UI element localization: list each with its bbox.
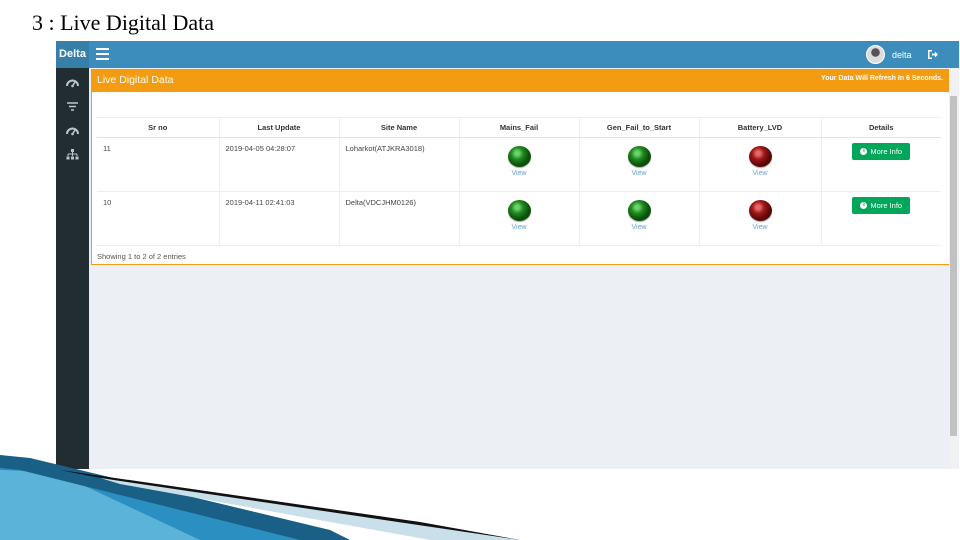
more-info-button[interactable]: i More Info [852, 143, 911, 160]
box-header: Live Digital Data Your Data Will Refresh… [92, 69, 949, 92]
status-light-green-icon [507, 200, 531, 221]
live-data-box: Live Digital Data Your Data Will Refresh… [91, 69, 950, 265]
info-icon: i [860, 148, 868, 155]
column-header-gen-fail[interactable]: Gen_Fail_to_Start [579, 117, 700, 138]
user-name: delta [892, 49, 912, 60]
slide-title: 3 : Live Digital Data [32, 10, 215, 35]
box-title: Live Digital Data [97, 74, 174, 86]
cell-site-name: Loharkot(ATJKRA3018) [339, 137, 460, 192]
table-header-row: Sr no Last Update Site Name Mains_Fail G… [97, 117, 941, 138]
live-data-table: Sr no Last Update Site Name Mains_Fail G… [97, 117, 941, 246]
avatar [866, 45, 885, 64]
battery-lvd-view-link[interactable]: View [706, 170, 815, 177]
refresh-countdown: Your Data Will Refresh In 6 Seconds. [821, 75, 943, 82]
gen-fail-view-link[interactable]: View [586, 170, 693, 177]
cell-sr-no: 10 [97, 191, 220, 246]
table-row: 11 2019-04-05 04:28:07 Loharkot(ATJKRA30… [97, 137, 941, 192]
cell-last-update: 2019-04-11 02:41:03 [219, 191, 340, 246]
status-light-red-icon [748, 200, 772, 221]
status-light-green-icon [627, 146, 651, 167]
more-info-label: More Info [870, 201, 903, 210]
mains-fail-view-link[interactable]: View [466, 170, 573, 177]
menu-toggle-icon[interactable] [96, 48, 109, 60]
sign-out-icon[interactable] [926, 48, 939, 61]
page-scrollbar[interactable] [949, 68, 958, 469]
column-header-details[interactable]: Details [821, 117, 941, 138]
status-light-green-icon [627, 200, 651, 221]
cell-mains-fail: View [459, 137, 580, 192]
cell-sr-no: 11 [97, 137, 220, 192]
cell-gen-fail: View [579, 137, 700, 192]
app-screenshot: Delta delta Live Digital Data Your Data … [56, 41, 959, 469]
column-header-sr-no[interactable]: Sr no [97, 117, 220, 138]
status-light-green-icon [507, 146, 531, 167]
brand-logo[interactable]: Delta [56, 41, 89, 68]
column-header-battery-lvd[interactable]: Battery_LVD [699, 117, 822, 138]
cell-mains-fail: View [459, 191, 580, 246]
top-navbar: Delta delta [56, 41, 959, 68]
info-icon: i [860, 202, 868, 209]
column-header-site-name[interactable]: Site Name [339, 117, 460, 138]
gen-fail-view-link[interactable]: View [586, 224, 693, 231]
user-menu[interactable]: delta [866, 45, 912, 64]
cell-gen-fail: View [579, 191, 700, 246]
cell-details: i More Info [821, 191, 941, 246]
sidebar-item-sitemap-icon[interactable] [65, 148, 80, 161]
status-light-red-icon [748, 146, 772, 167]
scrollbar-thumb[interactable] [950, 96, 957, 436]
mains-fail-view-link[interactable]: View [466, 224, 573, 231]
cell-battery-lvd: View [699, 191, 822, 246]
sidebar-item-dashboard-icon-2[interactable] [65, 124, 80, 137]
more-info-button[interactable]: i More Info [852, 197, 911, 214]
sidebar-item-dashboard-icon[interactable] [65, 76, 80, 89]
sidebar-item-filter-icon[interactable] [65, 100, 80, 113]
table-info-text: Showing 1 to 2 of 2 entries [97, 252, 186, 261]
column-header-mains-fail[interactable]: Mains_Fail [459, 117, 580, 138]
battery-lvd-view-link[interactable]: View [706, 224, 815, 231]
cell-last-update: 2019-04-05 04:28:07 [219, 137, 340, 192]
column-header-last-update[interactable]: Last Update [219, 117, 340, 138]
table-row: 10 2019-04-11 02:41:03 Delta(VDCJHM0126)… [97, 191, 941, 246]
cell-battery-lvd: View [699, 137, 822, 192]
cell-details: i More Info [821, 137, 941, 192]
cell-site-name: Delta(VDCJHM0126) [339, 191, 460, 246]
sidebar [56, 68, 89, 469]
more-info-label: More Info [870, 147, 903, 156]
